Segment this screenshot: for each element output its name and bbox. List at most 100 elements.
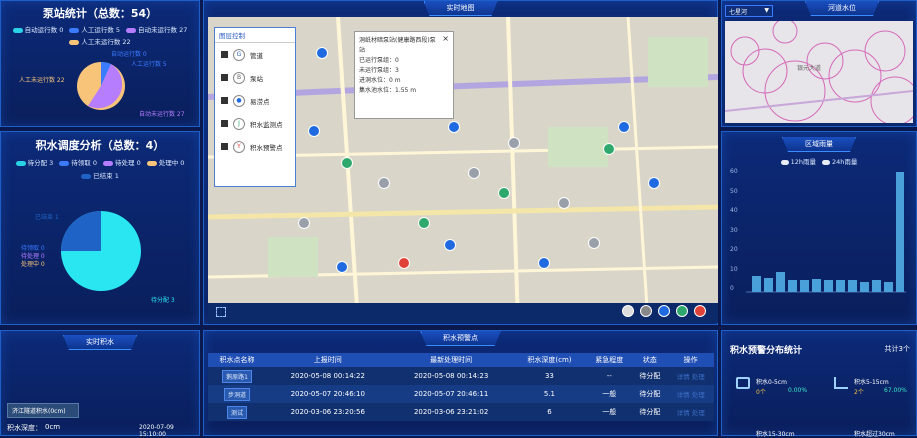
- pump-pie: [77, 61, 125, 110]
- flood-point-marker[interactable]: [336, 261, 348, 273]
- pump-icon: B: [233, 71, 245, 84]
- row-actions[interactable]: 详情 处理: [667, 367, 714, 385]
- rainfall-title: 区域雨量: [782, 137, 856, 152]
- bar: [824, 280, 833, 292]
- legend-item[interactable]: 人工未运行数 22: [69, 36, 131, 46]
- river-title: 河道水位: [805, 1, 879, 16]
- layer-item-pipe[interactable]: G 管道: [215, 43, 295, 66]
- flood-point-marker[interactable]: [444, 239, 456, 251]
- legend-item[interactable]: 自动未运行数 27: [126, 24, 187, 34]
- dist-range: 积水超过30cm: [854, 431, 895, 438]
- legend-item[interactable]: 12h雨量: [780, 156, 816, 166]
- warning-table-title: 积水预警点: [420, 331, 501, 346]
- pie-label: 人工运行数 5: [131, 61, 167, 68]
- pump-marker[interactable]: [508, 137, 520, 149]
- bar: [800, 280, 809, 292]
- column-header: 紧急程度: [586, 353, 633, 367]
- legend-item[interactable]: 待领取 0: [59, 157, 97, 167]
- checkbox[interactable]: [221, 120, 228, 127]
- checkbox[interactable]: [221, 51, 228, 58]
- layer-item-monitor[interactable]: J 积水监测点: [215, 112, 295, 135]
- bar: [764, 278, 773, 292]
- depth-label: 积水深度：: [7, 424, 42, 432]
- checkbox[interactable]: [221, 97, 228, 104]
- pump-marker[interactable]: [588, 237, 600, 249]
- legend-item[interactable]: 待分配 3: [15, 157, 53, 167]
- chevron-down-icon: ▼: [764, 7, 769, 14]
- popup-title: 洞纸材暗泵站(健康路西段)泵站: [359, 37, 436, 54]
- table-row[interactable]: 鹅原路1 2020-05-08 00:14:22 2020-05-08 00:1…: [208, 367, 714, 385]
- pie-label: 自动未运行数 27: [139, 111, 185, 118]
- legend-item[interactable]: 人工运行数 5: [69, 24, 120, 34]
- pump-info-popup: 洞纸材暗泵站(健康路西段)泵站 × 已运行泵组：0 未运行泵组：3 进洞水位：0…: [354, 31, 454, 119]
- warning-point-icon: Y: [233, 140, 245, 153]
- flood-legend-icon[interactable]: [658, 305, 670, 317]
- bar: [872, 280, 881, 292]
- popup-line: 进洞水位：0 m: [359, 77, 401, 84]
- pump-marker[interactable]: [558, 197, 570, 209]
- warning-legend-icon[interactable]: [694, 305, 706, 317]
- layer-item-flood[interactable]: ● 易涝点: [215, 89, 295, 112]
- checkbox[interactable]: [221, 143, 228, 150]
- monitor-legend-icon[interactable]: [676, 305, 688, 317]
- warning-dist-panel: 积水预警分布统计 共计3个 积水0-5cm 0个 0.00% 积水5-15cm …: [721, 330, 917, 438]
- pump-title: 泵站统计（总数：54）: [42, 7, 158, 20]
- dispatch-panel: 积水调度分析（总数：4） 待分配 3 待领取 0 待处理 0 处理中 0 已结束…: [0, 131, 200, 325]
- tunnel-button[interactable]: 济江隧道积水(0cm): [7, 403, 79, 418]
- legend-item[interactable]: 处理中 0: [146, 157, 184, 167]
- warning-point-marker[interactable]: [398, 257, 410, 269]
- monitor-point-marker[interactable]: [498, 187, 510, 199]
- bar: [860, 282, 869, 292]
- rainfall-yaxis: 60 50 40 30 20 10 0: [730, 168, 738, 292]
- layers-icon: [736, 377, 750, 389]
- pie-label: 处理中 0: [21, 261, 45, 268]
- fullscreen-icon[interactable]: [216, 307, 226, 317]
- pump-legend-icon[interactable]: [622, 305, 634, 317]
- legend-item[interactable]: 已结束 1: [81, 170, 119, 180]
- depth-value: 0cm: [45, 423, 61, 431]
- layer-item-warning[interactable]: Y 积水预警点: [215, 135, 295, 158]
- row-actions[interactable]: 详情 处理: [667, 403, 714, 421]
- flood-point-marker[interactable]: [618, 121, 630, 133]
- row-actions[interactable]: 详情 处理: [667, 385, 714, 403]
- dispatch-pie: [61, 211, 141, 291]
- warning-dist-total: 共计3个: [884, 345, 910, 353]
- column-header: 积水点名称: [208, 353, 267, 367]
- table-row[interactable]: 步洞道 2020-05-07 20:46:10 2020-05-07 20:46…: [208, 385, 714, 403]
- dist-count: 2个: [854, 389, 864, 396]
- map-panel: 实时地图 图层控制 G 管道 B 泵站 ● 易涝点 J 积水监测点 Y 积水预警…: [203, 0, 718, 325]
- pipe-icon: G: [233, 48, 245, 61]
- flood-point-marker[interactable]: [448, 121, 460, 133]
- flood-point-marker[interactable]: [308, 125, 320, 137]
- map-title: 实时地图: [423, 1, 498, 16]
- pump-marker[interactable]: [378, 177, 390, 189]
- river-select[interactable]: 七星河 ▼: [725, 5, 773, 17]
- rainfall-legend: 12h雨量 24h雨量: [722, 156, 916, 166]
- monitor-point-marker[interactable]: [418, 217, 430, 229]
- river-map[interactable]: 银元大道: [725, 21, 913, 123]
- river-circles: [725, 21, 913, 123]
- pump-marker[interactable]: [468, 167, 480, 179]
- warning-table: 积水点名称 上报时间 最新处理时间 积水深度(cm) 紧急程度 状态 操作 鹅原…: [208, 353, 714, 421]
- legend-item[interactable]: 待处理 0: [103, 157, 141, 167]
- bar: [836, 280, 845, 292]
- dist-range: 积水0-5cm: [756, 379, 787, 386]
- table-row[interactable]: 测试 2020-03-06 23:20:56 2020-03-06 23:21:…: [208, 403, 714, 421]
- checkbox[interactable]: [221, 74, 228, 81]
- layer-item-pump[interactable]: B 泵站: [215, 66, 295, 89]
- map-canvas[interactable]: 图层控制 G 管道 B 泵站 ● 易涝点 J 积水监测点 Y 积水预警点 洞纸材暗泵站(健…: [208, 17, 718, 323]
- monitor-point-marker[interactable]: [603, 143, 615, 155]
- bar: [776, 272, 785, 292]
- flood-point-marker[interactable]: [648, 177, 660, 189]
- pump-legend-icon[interactable]: [640, 305, 652, 317]
- monitor-point-marker[interactable]: [341, 157, 353, 169]
- flood-point-marker[interactable]: [538, 257, 550, 269]
- close-icon[interactable]: ×: [442, 34, 449, 44]
- dist-range: 积水5-15cm: [854, 379, 889, 386]
- bar: [884, 282, 893, 292]
- pump-marker[interactable]: [298, 217, 310, 229]
- pie-label: 已结束 1: [35, 214, 59, 221]
- legend-item[interactable]: 24h雨量: [822, 156, 857, 166]
- flood-point-marker[interactable]: [316, 47, 328, 59]
- legend-item[interactable]: 自动运行数 0: [12, 24, 63, 34]
